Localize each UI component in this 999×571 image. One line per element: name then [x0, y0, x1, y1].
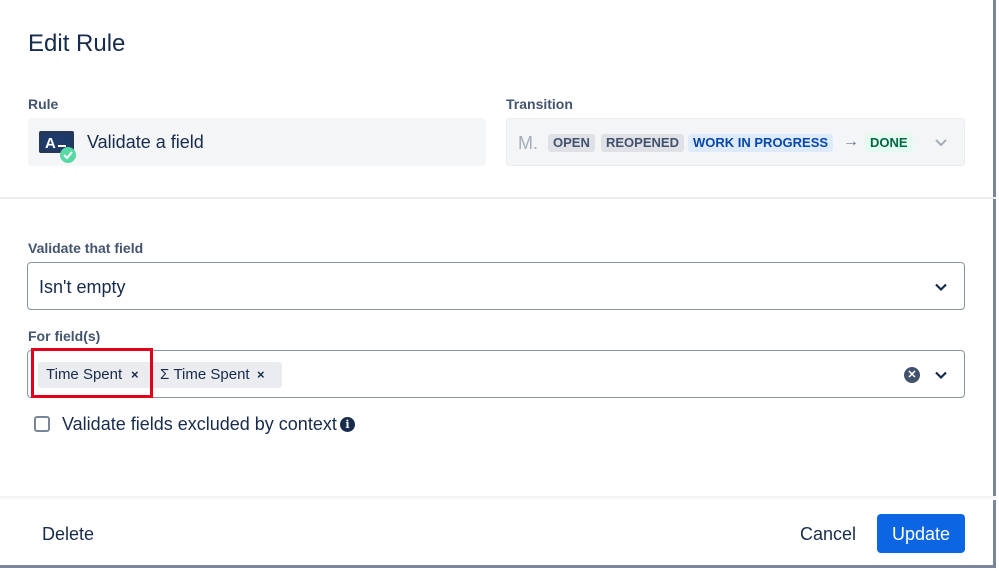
validate-condition-value: Isn't empty [39, 277, 126, 297]
fields-multi-select[interactable]: Time Spent × Σ Time Spent × ✕ [27, 350, 965, 398]
status-lozenge-open: OPEN [548, 134, 595, 152]
validate-label: Validate that field [28, 240, 144, 256]
status-lozenge-done: DONE [865, 134, 913, 152]
edit-rule-dialog: Edit Rule Rule A Validate a field Transi… [0, 0, 996, 568]
footer-separator [0, 496, 996, 500]
remove-tag-icon[interactable]: × [257, 362, 265, 388]
status-lozenge-work-in-progress: WORK IN PROGRESS [688, 134, 834, 152]
dialog-title: Edit Rule [28, 30, 126, 57]
field-tag-label: Σ Time Spent [160, 366, 250, 383]
status-lozenge-reopened: REOPENED [601, 134, 684, 152]
chevron-down-icon [935, 371, 947, 380]
chevron-down-icon [935, 283, 947, 292]
field-tag-sum-time-spent: Σ Time Spent × [152, 362, 282, 388]
rule-value: Validate a field [87, 132, 204, 152]
fields-label: For field(s) [28, 328, 101, 344]
chevron-down-icon [935, 139, 947, 147]
validate-excluded-label[interactable]: Validate fields excluded by context [62, 414, 337, 435]
transition-prefix: M. [518, 133, 538, 153]
validate-excluded-checkbox[interactable] [34, 416, 50, 432]
validate-condition-select[interactable]: Isn't empty [27, 262, 965, 310]
annotation-highlight-box [31, 348, 153, 398]
info-icon[interactable]: i [340, 417, 355, 432]
transition-select[interactable]: M. OPEN REOPENED WORK IN PROGRESS → DONE [506, 118, 965, 166]
update-button[interactable]: Update [877, 514, 965, 553]
arrow-right-icon: → [843, 133, 859, 150]
section-divider [0, 197, 996, 199]
clear-all-icon[interactable]: ✕ [904, 367, 920, 383]
rule-display: A Validate a field [28, 118, 486, 166]
validate-field-icon: A [39, 131, 76, 163]
rule-label: Rule [28, 96, 59, 112]
cancel-button[interactable]: Cancel [786, 515, 870, 553]
transition-label: Transition [506, 96, 573, 112]
delete-button[interactable]: Delete [28, 515, 108, 553]
svg-text:A: A [45, 135, 56, 152]
